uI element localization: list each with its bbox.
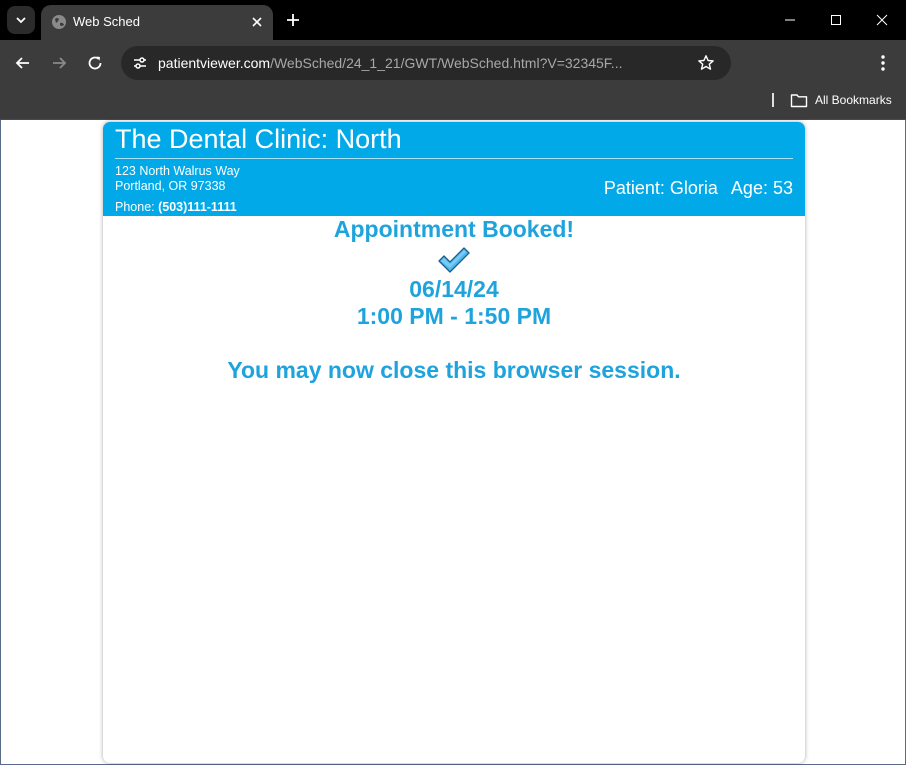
- star-icon[interactable]: [697, 54, 715, 72]
- web-sched-card: The Dental Clinic: North 123 North Walru…: [103, 122, 805, 763]
- checkmark-icon: [438, 247, 470, 273]
- more-vertical-icon[interactable]: [873, 53, 893, 73]
- window-close-button[interactable]: [859, 0, 905, 40]
- clinic-address-line1: 123 North Walrus Way: [115, 164, 240, 178]
- minimize-button[interactable]: [767, 0, 813, 40]
- browser-titlebar: Web Sched: [0, 0, 906, 40]
- tab-title: Web Sched: [73, 14, 140, 29]
- url-text[interactable]: patientviewer.com/WebSched/24_1_21/GWT/W…: [158, 55, 622, 71]
- url-path: /WebSched/24_1_21/GWT/WebSched.html?V=32…: [270, 55, 623, 71]
- bookmarks-separator: [772, 93, 774, 107]
- header-divider: [115, 158, 793, 159]
- tab-search-button[interactable]: [7, 6, 35, 34]
- page-viewport: The Dental Clinic: North 123 North Walru…: [0, 120, 906, 765]
- close-icon: [876, 14, 888, 26]
- appointment-time: 1:00 PM - 1:50 PM: [356, 303, 552, 329]
- confirmation-title: Appointment Booked!: [333, 216, 575, 242]
- reload-button[interactable]: [84, 52, 106, 74]
- patient-age: 53: [772, 178, 793, 198]
- plus-icon[interactable]: [284, 11, 302, 29]
- close-icon[interactable]: [250, 15, 264, 29]
- patient-age-label: Age:: [730, 178, 768, 198]
- globe-icon: [52, 15, 66, 29]
- clinic-header: The Dental Clinic: North 123 North Walru…: [103, 122, 805, 216]
- all-bookmarks-button[interactable]: All Bookmarks: [815, 93, 892, 107]
- close-session-message: You may now close this browser session.: [227, 357, 681, 383]
- reload-icon: [88, 56, 102, 70]
- minimize-icon: [785, 19, 795, 21]
- chevron-down-icon: [16, 17, 26, 24]
- browser-toolbar: patientviewer.com/WebSched/24_1_21/GWT/W…: [0, 40, 906, 86]
- back-button[interactable]: [12, 52, 34, 74]
- phone-number: (503)111-1111: [158, 200, 237, 214]
- patient-name-label: Patient:: [603, 178, 665, 198]
- clinic-address-line2: Portland, OR 97338: [115, 179, 226, 193]
- maximize-button[interactable]: [813, 0, 859, 40]
- forward-button[interactable]: [48, 52, 70, 74]
- clinic-name: The Dental Clinic: North: [115, 124, 402, 154]
- clinic-phone: Phone: (503)111-1111: [115, 200, 237, 214]
- site-info-button[interactable]: [130, 53, 150, 73]
- arrow-right-icon: [53, 57, 67, 69]
- bookmarks-bar: All Bookmarks: [0, 86, 906, 120]
- maximize-icon: [831, 15, 841, 25]
- phone-label: Phone:: [115, 200, 155, 214]
- appointment-date: 06/14/24: [409, 276, 499, 302]
- arrow-left-icon: [15, 57, 29, 69]
- url-host: patientviewer.com: [158, 55, 271, 71]
- patient-name: Gloria: [669, 178, 718, 198]
- folder-icon[interactable]: [790, 93, 808, 108]
- patient-info: Patient: Gloria Age: 53: [604, 178, 793, 199]
- address-bar[interactable]: patientviewer.com/WebSched/24_1_21/GWT/W…: [121, 46, 731, 80]
- tune-icon: [134, 57, 146, 69]
- browser-tab[interactable]: Web Sched: [41, 5, 273, 40]
